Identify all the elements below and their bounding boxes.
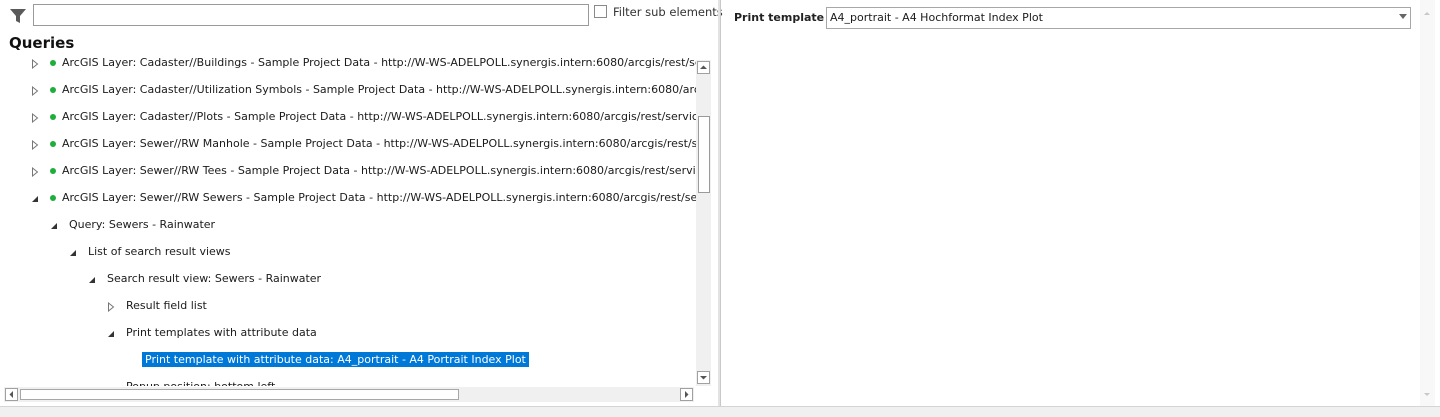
triangle-expanded-icon[interactable] (69, 248, 77, 258)
tree-node-label: Popup position: bottom left (126, 380, 275, 386)
triangle-collapsed-icon[interactable] (31, 113, 39, 123)
status-bar (0, 406, 1440, 417)
search-input[interactable] (33, 4, 589, 26)
queries-heading: Queries (9, 34, 75, 52)
query-tree[interactable]: ArcGIS Layer: Cadaster//Buildings - Samp… (0, 52, 696, 386)
chevron-down-icon[interactable] (1421, 390, 1433, 400)
tree-node[interactable]: Print templates with attribute data (0, 322, 696, 349)
status-dot-icon (50, 141, 56, 147)
tree-node-label-selected: Print template with attribute data: A4_p… (142, 352, 529, 367)
filter-sub-elements-checkbox[interactable] (594, 5, 607, 18)
tree-node[interactable]: Popup position: bottom left (0, 376, 696, 386)
vertical-scroll-thumb[interactable] (698, 116, 710, 193)
chevron-up-icon (700, 65, 707, 69)
tree-node[interactable]: ArcGIS Layer: Sewer//RW Tees - Sample Pr… (0, 160, 696, 187)
tree-node-label: Result field list (126, 299, 207, 312)
print-template-value: A4_portrait - A4 Hochformat Index Plot (830, 11, 1043, 24)
tree-vertical-scrollbar[interactable] (696, 60, 711, 386)
filter-sub-elements-label[interactable]: Filter sub elements (613, 5, 723, 19)
triangle-expanded-icon[interactable] (107, 329, 115, 339)
tree-node[interactable]: Query: Sewers - Rainwater (0, 214, 696, 241)
status-dot-icon (50, 60, 56, 66)
tree-node-label: List of search result views (88, 245, 231, 258)
tree-node[interactable]: Print template with attribute data: A4_p… (0, 349, 696, 376)
tree-node[interactable]: ArcGIS Layer: Sewer//RW Manhole - Sample… (0, 133, 696, 160)
chevron-right-icon (685, 391, 689, 398)
tree-node-label: Query: Sewers - Rainwater (69, 218, 216, 231)
triangle-collapsed-icon[interactable] (31, 140, 39, 150)
triangle-expanded-icon[interactable] (88, 275, 96, 285)
tree-node-label: ArcGIS Layer: Sewer//RW Sewers - Sample … (62, 191, 696, 204)
scroll-right-button[interactable] (680, 388, 693, 401)
print-template-label: Print template (734, 11, 825, 24)
tree-node[interactable]: ArcGIS Layer: Cadaster//Plots - Sample P… (0, 106, 696, 133)
properties-panel (721, 0, 1440, 406)
properties-vertical-scrollbar[interactable] (1420, 0, 1435, 406)
triangle-expanded-icon[interactable] (50, 221, 58, 231)
status-dot-icon (50, 114, 56, 120)
funnel-icon[interactable] (9, 7, 27, 25)
tree-node[interactable]: Search result view: Sewers - Rainwater (0, 268, 696, 295)
horizontal-scroll-thumb[interactable] (20, 389, 459, 400)
status-dot-icon (50, 195, 56, 201)
chevron-down-icon[interactable] (1399, 14, 1407, 20)
triangle-collapsed-icon[interactable] (107, 302, 115, 312)
scroll-left-button[interactable] (5, 388, 18, 401)
tree-node-label: ArcGIS Layer: Cadaster//Buildings - Samp… (62, 56, 696, 69)
triangle-expanded-icon[interactable] (31, 194, 39, 204)
tree-node[interactable]: List of search result views (0, 241, 696, 268)
tree-node[interactable]: ArcGIS Layer: Sewer//RW Sewers - Sample … (0, 187, 696, 214)
scroll-up-button[interactable] (697, 61, 710, 74)
chevron-down-icon (700, 376, 707, 380)
tree-node-label: ArcGIS Layer: Cadaster//Plots - Sample P… (62, 110, 696, 123)
tree-node-label: ArcGIS Layer: Sewer//RW Tees - Sample Pr… (62, 164, 696, 177)
tree-node[interactable]: ArcGIS Layer: Cadaster//Utilization Symb… (0, 79, 696, 106)
chevron-left-icon (9, 391, 13, 398)
tree-node-label: ArcGIS Layer: Sewer//RW Manhole - Sample… (62, 137, 696, 150)
tree-node-label: Print templates with attribute data (126, 326, 317, 339)
status-dot-icon (50, 168, 56, 174)
tree-node-label: ArcGIS Layer: Cadaster//Utilization Symb… (62, 83, 696, 96)
chevron-up-icon[interactable] (1421, 8, 1433, 18)
status-dot-icon (50, 87, 56, 93)
tree-node[interactable]: ArcGIS Layer: Cadaster//Buildings - Samp… (0, 52, 696, 79)
triangle-collapsed-icon[interactable] (31, 59, 39, 69)
triangle-collapsed-icon[interactable] (31, 167, 39, 177)
tree-node-label: Search result view: Sewers - Rainwater (107, 272, 322, 285)
triangle-collapsed-icon[interactable] (31, 86, 39, 96)
tree-node[interactable]: Result field list (0, 295, 696, 322)
scroll-down-button[interactable] (697, 371, 710, 384)
